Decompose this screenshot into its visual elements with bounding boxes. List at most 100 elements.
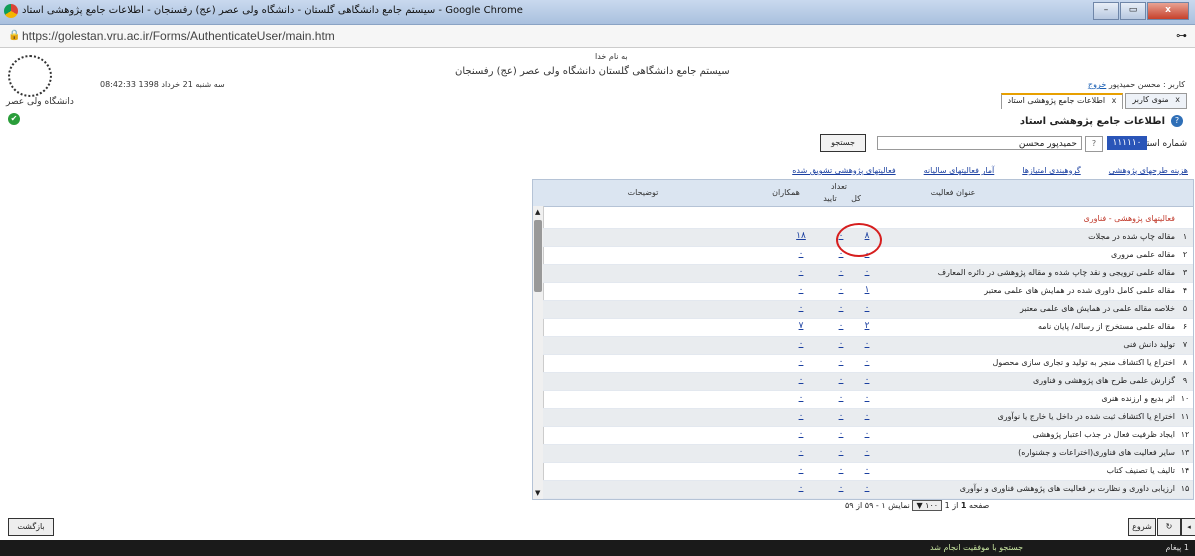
activity-title: ارزیابی داوری و نظارت بر فعالیت های پژوه…	[959, 484, 1175, 493]
user-name: کاربر : محسن حمیدپور	[1108, 80, 1185, 89]
cell-colleagues-link[interactable]: ۰	[791, 267, 811, 277]
category-label: فعالیتهای پژوهشی - فناوری	[1083, 214, 1175, 223]
help-icon[interactable]: ?	[1171, 115, 1183, 127]
table-row: ۹ گزارش علمی طرح های پژوهشی و فناوری ۰ ۰ ۰	[543, 373, 1193, 391]
search-button[interactable]: جستجو	[820, 134, 866, 152]
close-tab-icon[interactable]: x	[1112, 96, 1117, 105]
address-bar[interactable]: 🔒 https://golestan.vru.ac.ir/Forms/Authe…	[0, 25, 1195, 48]
page-title: اطلاعات جامع پژوهشی استاد	[1019, 116, 1165, 127]
cell-colleagues-link[interactable]: ۰	[791, 249, 811, 259]
lock-icon: 🔒	[8, 30, 21, 41]
cell-total-link[interactable]: ۰	[857, 411, 877, 421]
cell-colleagues-link[interactable]: ۰	[791, 483, 811, 493]
header-colleagues: همکاران	[772, 188, 800, 197]
maximize-button[interactable]: ▭	[1120, 2, 1146, 20]
back-button[interactable]: بازگشت	[8, 518, 54, 536]
row-index: ۲	[1182, 250, 1188, 259]
message-count[interactable]: 1 پیغام	[1165, 543, 1189, 552]
cell-total-link[interactable]: ۰	[857, 447, 877, 457]
cell-approved-link[interactable]: ۰	[831, 267, 851, 277]
url-text[interactable]: https://golestan.vru.ac.ir/Forms/Authent…	[22, 29, 335, 43]
cell-approved-link[interactable]: ۰	[831, 285, 851, 295]
cell-approved-link[interactable]: ۰	[831, 429, 851, 439]
row-index: ۱۲	[1180, 430, 1190, 439]
tab-user-menu[interactable]: x منوی کاربر	[1125, 93, 1187, 109]
cell-colleagues-link[interactable]: ۰	[791, 303, 811, 313]
professor-number-field[interactable]: ۱۱۱۱۱۰	[1107, 136, 1147, 150]
cell-colleagues-link[interactable]: ۰	[791, 357, 811, 367]
close-tab-icon[interactable]: x	[1175, 95, 1180, 104]
row-index: ۹	[1182, 376, 1188, 385]
cell-colleagues-link[interactable]: ۰	[791, 285, 811, 295]
table-header: عنوان فعالیت تعداد کل تایید همکاران توضی…	[533, 180, 1193, 207]
pager: صفحه 1 از 1 ۱۰۰ ▼ نمایش ۱ - ۵۹ از ۵۹	[845, 500, 989, 511]
cell-colleagues-link[interactable]: ۰	[791, 375, 811, 385]
cell-total-link[interactable]: ۰	[857, 429, 877, 439]
activity-title: مقاله علمی ترویجی و نقد چاپ شده و مقاله …	[937, 268, 1175, 277]
cell-total-link[interactable]: ۰	[857, 303, 877, 313]
cell-approved-link[interactable]: ۰	[831, 483, 851, 493]
cell-total-link[interactable]: ۱	[857, 285, 877, 295]
link-project-costs[interactable]: هزینه طرحهای پژوهشی	[1109, 166, 1188, 178]
table-row: ۸ اختراع یا اکتشاف منجر به تولید و تجاری …	[543, 355, 1193, 373]
table-row: ۱۳ سایر فعالیت های فناوری(اختراعات و جشنو…	[543, 445, 1193, 463]
cell-total-link[interactable]: ۰	[857, 375, 877, 385]
cell-total-link[interactable]: ۰	[857, 483, 877, 493]
cell-approved-link[interactable]: ۰	[831, 375, 851, 385]
professor-name-field[interactable]: حمیدپور محسن	[877, 136, 1082, 150]
cell-approved-link[interactable]: ۰	[831, 465, 851, 475]
cell-colleagues-link[interactable]: ۰	[791, 339, 811, 349]
cell-total-link[interactable]: ۲	[857, 321, 877, 331]
cell-total-link[interactable]: ۰	[857, 393, 877, 403]
cell-colleagues-link[interactable]: ۰	[791, 393, 811, 403]
row-index: ۱۳	[1180, 448, 1190, 457]
close-window-button[interactable]: x	[1147, 2, 1189, 20]
cell-colleagues-link[interactable]: ۰	[791, 429, 811, 439]
table-row: ۱۱ اختراع یا اکتشاف ثبت شده در داخل یا خا…	[543, 409, 1193, 427]
link-rewarded-activities[interactable]: فعالیتهای پژوهشی تشویق شده	[792, 166, 895, 178]
tab-research-info[interactable]: x اطلاعات جامع پژوهشی استاد	[1000, 93, 1124, 109]
table-row: ۱۴ تالیف یا تصنیف کتاب ۰ ۰ ۰	[543, 463, 1193, 481]
window-title: سیستم جامع دانشگاهی گلستان - دانشگاه ولی…	[22, 5, 523, 16]
pager-page-number[interactable]: 1	[961, 501, 967, 510]
start-button[interactable]: شروع	[1128, 518, 1156, 536]
cell-approved-link[interactable]: ۰	[831, 411, 851, 421]
refresh-icon[interactable]: ↻	[1157, 518, 1181, 536]
key-icon[interactable]: ⊶	[1176, 29, 1187, 42]
link-score-grouping[interactable]: گروهبندی امتیازها	[1022, 166, 1080, 178]
cell-approved-link[interactable]: ۰	[831, 339, 851, 349]
activity-title: خلاصه مقاله علمی در همایش های علمی معتبر	[1020, 304, 1175, 313]
minimize-button[interactable]: –	[1093, 2, 1119, 20]
row-index: ۱۵	[1180, 484, 1190, 493]
cell-colleagues-link[interactable]: ۰	[791, 447, 811, 457]
scroll-up-icon[interactable]: ▲	[535, 208, 540, 216]
link-annual-stats[interactable]: آمار فعالیتهای سالیانه	[924, 166, 995, 178]
scroll-down-icon[interactable]: ▼	[535, 489, 540, 497]
right-arrow-icon[interactable]: ◂	[1181, 518, 1195, 536]
lookup-button[interactable]: ?	[1085, 136, 1103, 152]
row-index: ۱۴	[1180, 466, 1190, 475]
row-index: ۵	[1182, 304, 1188, 313]
scroll-thumb[interactable]	[534, 220, 542, 292]
cell-colleagues-link[interactable]: ۱۸	[791, 231, 811, 241]
cell-colleagues-link[interactable]: ۷	[791, 321, 811, 331]
cell-approved-link[interactable]: ۰	[831, 321, 851, 331]
row-index: ۱۰	[1180, 394, 1190, 403]
cell-total-link[interactable]: ۰	[857, 267, 877, 277]
cell-total-link[interactable]: ۰	[857, 339, 877, 349]
cell-approved-link[interactable]: ۰	[831, 303, 851, 313]
table-row: ۱۲ ایجاد ظرفیت فعال در جذب اعتبار پژوهشی ۰…	[543, 427, 1193, 445]
cell-total-link[interactable]: ۰	[857, 465, 877, 475]
cell-colleagues-link[interactable]: ۰	[791, 465, 811, 475]
cell-approved-link[interactable]: ۰	[831, 447, 851, 457]
cell-total-link[interactable]: ۰	[857, 357, 877, 367]
tab-label: منوی کاربر	[1132, 95, 1169, 104]
exit-link[interactable]: خروج	[1088, 80, 1106, 89]
cell-approved-link[interactable]: ۰	[831, 357, 851, 367]
cell-colleagues-link[interactable]: ۰	[791, 411, 811, 421]
activity-title: مقاله علمی کامل داوری شده در همایش های ع…	[984, 286, 1175, 295]
cell-approved-link[interactable]: ۰	[831, 393, 851, 403]
activity-title: گزارش علمی طرح های پژوهشی و فناوری	[1033, 376, 1175, 385]
table-row: ۱۰ اثر بدیع و ارزنده هنری ۰ ۰ ۰	[543, 391, 1193, 409]
page-size-select[interactable]: ۱۰۰ ▼	[912, 500, 943, 511]
